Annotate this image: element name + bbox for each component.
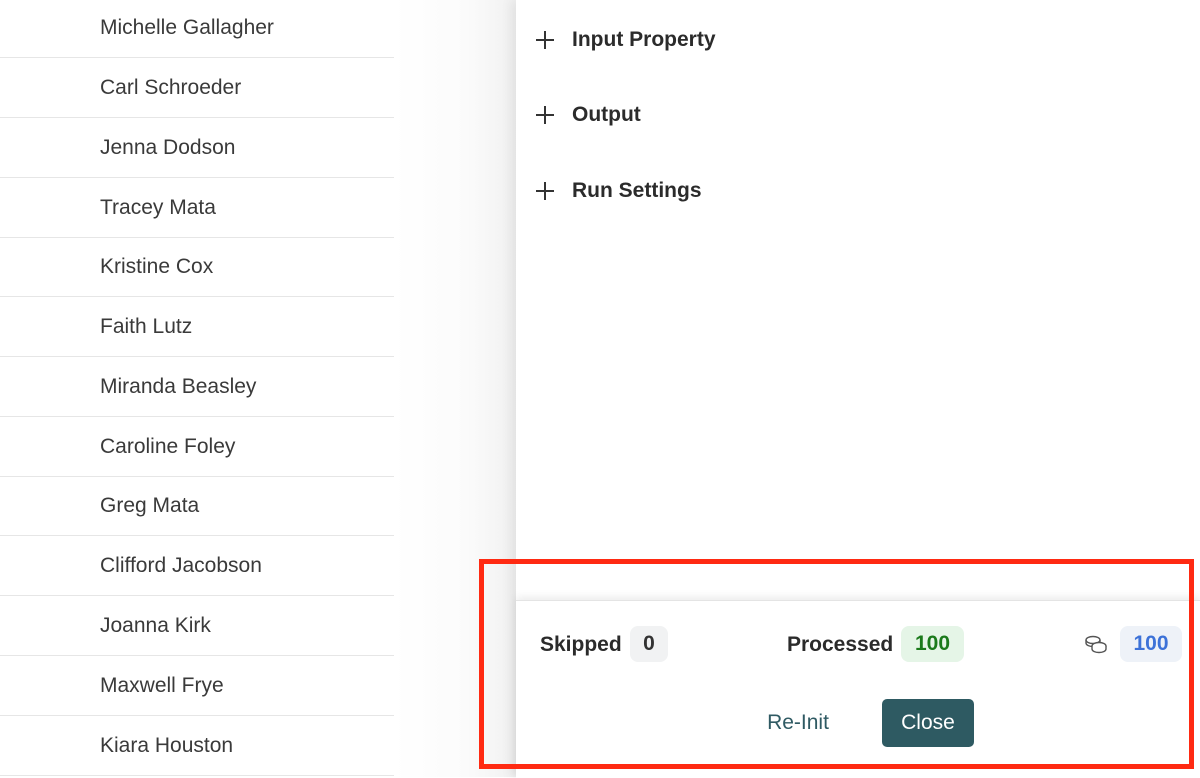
contact-list: Michelle Gallagher Carl Schroeder Jenna … bbox=[0, 0, 394, 777]
skipped-label: Skipped bbox=[540, 633, 622, 656]
list-item[interactable]: Clifford Jacobson bbox=[0, 536, 394, 596]
contact-name: Clifford Jacobson bbox=[100, 553, 262, 577]
close-button[interactable]: Close bbox=[882, 699, 974, 747]
contact-name: Maxwell Frye bbox=[100, 673, 224, 697]
coins-icon bbox=[1085, 635, 1107, 654]
panel-backdrop bbox=[394, 0, 516, 777]
list-item[interactable]: Carl Schroeder bbox=[0, 58, 394, 118]
list-item[interactable]: Caroline Foley bbox=[0, 417, 394, 477]
section-output[interactable]: Output bbox=[536, 97, 641, 133]
plus-icon bbox=[536, 30, 556, 50]
list-item[interactable]: Michelle Gallagher bbox=[0, 0, 394, 58]
section-label: Input Property bbox=[572, 28, 716, 51]
contact-name: Joanna Kirk bbox=[100, 613, 211, 637]
contact-name: Tracey Mata bbox=[100, 195, 216, 219]
contact-name: Greg Mata bbox=[100, 493, 200, 517]
plus-icon bbox=[536, 181, 556, 201]
list-item[interactable]: Tracey Mata bbox=[0, 178, 394, 238]
contact-name: Jenna Dodson bbox=[100, 135, 236, 159]
section-run-settings[interactable]: Run Settings bbox=[536, 173, 702, 209]
list-item[interactable]: Joanna Kirk bbox=[0, 596, 394, 656]
list-item[interactable]: Jenna Dodson bbox=[0, 118, 394, 178]
section-input-property[interactable]: Input Property bbox=[536, 22, 716, 58]
contact-name: Kristine Cox bbox=[100, 254, 214, 278]
contact-name: Carl Schroeder bbox=[100, 75, 242, 99]
credits-badge: 100 bbox=[1120, 626, 1182, 662]
plus-icon bbox=[536, 105, 556, 125]
reinit-button[interactable]: Re-Init bbox=[756, 699, 840, 747]
section-label: Run Settings bbox=[572, 179, 702, 202]
list-item[interactable]: Miranda Beasley bbox=[0, 357, 394, 417]
list-item[interactable]: Greg Mata bbox=[0, 476, 394, 536]
processed-label: Processed bbox=[787, 633, 894, 656]
list-item[interactable]: Kiara Houston bbox=[0, 716, 394, 776]
contact-name: Faith Lutz bbox=[100, 314, 193, 338]
contact-name: Miranda Beasley bbox=[100, 374, 257, 398]
skipped-count-badge: 0 bbox=[630, 626, 668, 662]
list-item[interactable]: Kristine Cox bbox=[0, 237, 394, 297]
list-item[interactable]: Maxwell Frye bbox=[0, 656, 394, 716]
section-label: Output bbox=[572, 103, 641, 126]
run-summary-footer: Skipped 0 Processed 100 100 Re-Init Clos… bbox=[516, 600, 1200, 778]
list-item[interactable]: Faith Lutz bbox=[0, 297, 394, 357]
processed-count-badge: 100 bbox=[901, 626, 964, 662]
contact-name: Kiara Houston bbox=[100, 733, 234, 757]
contact-name: Michelle Gallagher bbox=[100, 15, 274, 39]
contact-name: Caroline Foley bbox=[100, 434, 236, 458]
